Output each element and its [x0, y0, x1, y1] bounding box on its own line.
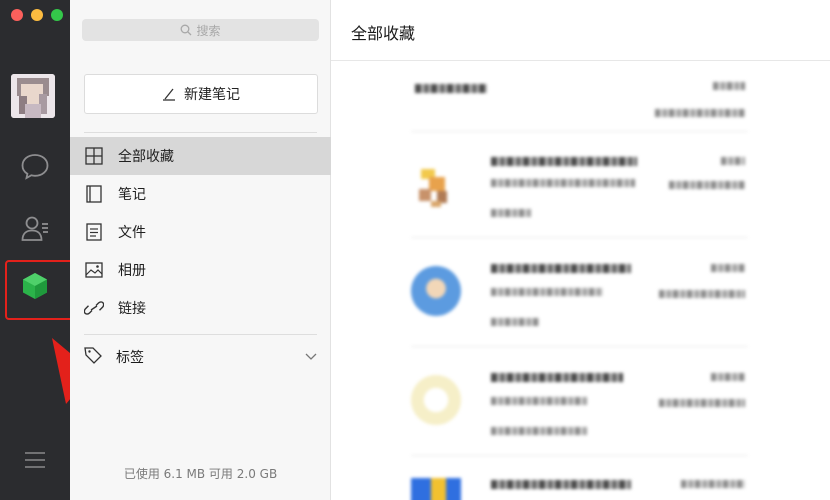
list-item[interactable]	[411, 349, 748, 456]
notebook-icon	[84, 184, 104, 204]
minimize-window-button[interactable]	[31, 9, 43, 21]
blurred-text	[681, 480, 745, 488]
zoom-window-button[interactable]	[51, 9, 63, 21]
nav-item-notes[interactable]: 笔记	[70, 175, 331, 213]
divider	[84, 334, 317, 335]
blurred-text	[491, 373, 623, 382]
blurred-text	[711, 264, 745, 272]
tags-label: 标签	[116, 350, 144, 366]
blurred-text	[655, 109, 745, 117]
blurred-text	[491, 397, 587, 405]
avatar[interactable]	[11, 74, 55, 118]
blurred-text	[491, 157, 637, 166]
blurred-text	[491, 318, 539, 326]
favorites-sidebar: 搜索 新建笔记 全部收藏 笔记 文件 相册 链接 标签 已使用 6.1 MB 可…	[70, 0, 331, 500]
new-note-button[interactable]: 新建笔记	[84, 74, 318, 114]
file-icon	[84, 222, 104, 242]
blurred-text	[721, 157, 745, 165]
contacts-icon[interactable]	[15, 208, 55, 248]
nav-item-album[interactable]: 相册	[70, 251, 331, 289]
blurred-text	[491, 209, 531, 217]
list-item[interactable]	[411, 458, 748, 500]
nav-item-label: 相册	[118, 263, 146, 279]
tag-icon	[84, 346, 102, 368]
pencil-icon	[163, 88, 175, 101]
storage-usage: 已使用 6.1 MB 可用 2.0 GB	[123, 467, 278, 481]
thumbnail	[411, 375, 461, 425]
tags-section-toggle[interactable]: 标签	[84, 340, 317, 374]
thumbnail	[411, 266, 461, 316]
search-input[interactable]: 搜索	[82, 19, 319, 41]
nav-item-label: 全部收藏	[118, 149, 174, 165]
close-window-button[interactable]	[11, 9, 23, 21]
list-item[interactable]	[411, 240, 748, 347]
thumbnail	[411, 161, 461, 211]
nav-item-all-favorites[interactable]: 全部收藏	[70, 137, 331, 175]
nav-item-links[interactable]: 链接	[70, 289, 331, 327]
divider	[84, 132, 317, 133]
list-item[interactable]	[411, 133, 748, 238]
blurred-text	[491, 264, 631, 273]
category-list: 全部收藏 笔记 文件 相册 链接	[70, 137, 331, 327]
search-placeholder: 搜索	[196, 23, 221, 38]
blurred-text	[491, 427, 587, 435]
menu-icon[interactable]	[15, 440, 55, 480]
blurred-text	[659, 290, 745, 298]
list-item[interactable]	[411, 72, 748, 132]
search-icon	[181, 24, 192, 36]
nav-item-label: 文件	[118, 225, 146, 241]
annotation-highlight-box	[5, 260, 75, 320]
chat-icon[interactable]	[15, 146, 55, 186]
new-note-label: 新建笔记	[184, 87, 240, 103]
grid-icon	[84, 146, 104, 166]
blurred-text	[713, 82, 745, 90]
blurred-text	[711, 373, 745, 381]
nav-item-label: 笔记	[118, 187, 146, 203]
favorites-content: 全部收藏	[331, 0, 830, 500]
thumbnail	[411, 478, 461, 500]
blurred-text	[491, 480, 631, 489]
blurred-text	[659, 399, 745, 407]
blurred-text	[415, 84, 487, 93]
blurred-text	[669, 181, 745, 189]
link-icon	[84, 298, 104, 318]
nav-item-files[interactable]: 文件	[70, 213, 331, 251]
blurred-text	[491, 288, 603, 296]
blurred-text	[491, 179, 635, 187]
window-controls	[11, 9, 63, 21]
page-title: 全部收藏	[351, 24, 416, 43]
divider	[331, 60, 830, 61]
chevron-down-icon	[305, 349, 317, 365]
image-icon	[84, 260, 104, 280]
nav-item-label: 链接	[118, 301, 146, 317]
